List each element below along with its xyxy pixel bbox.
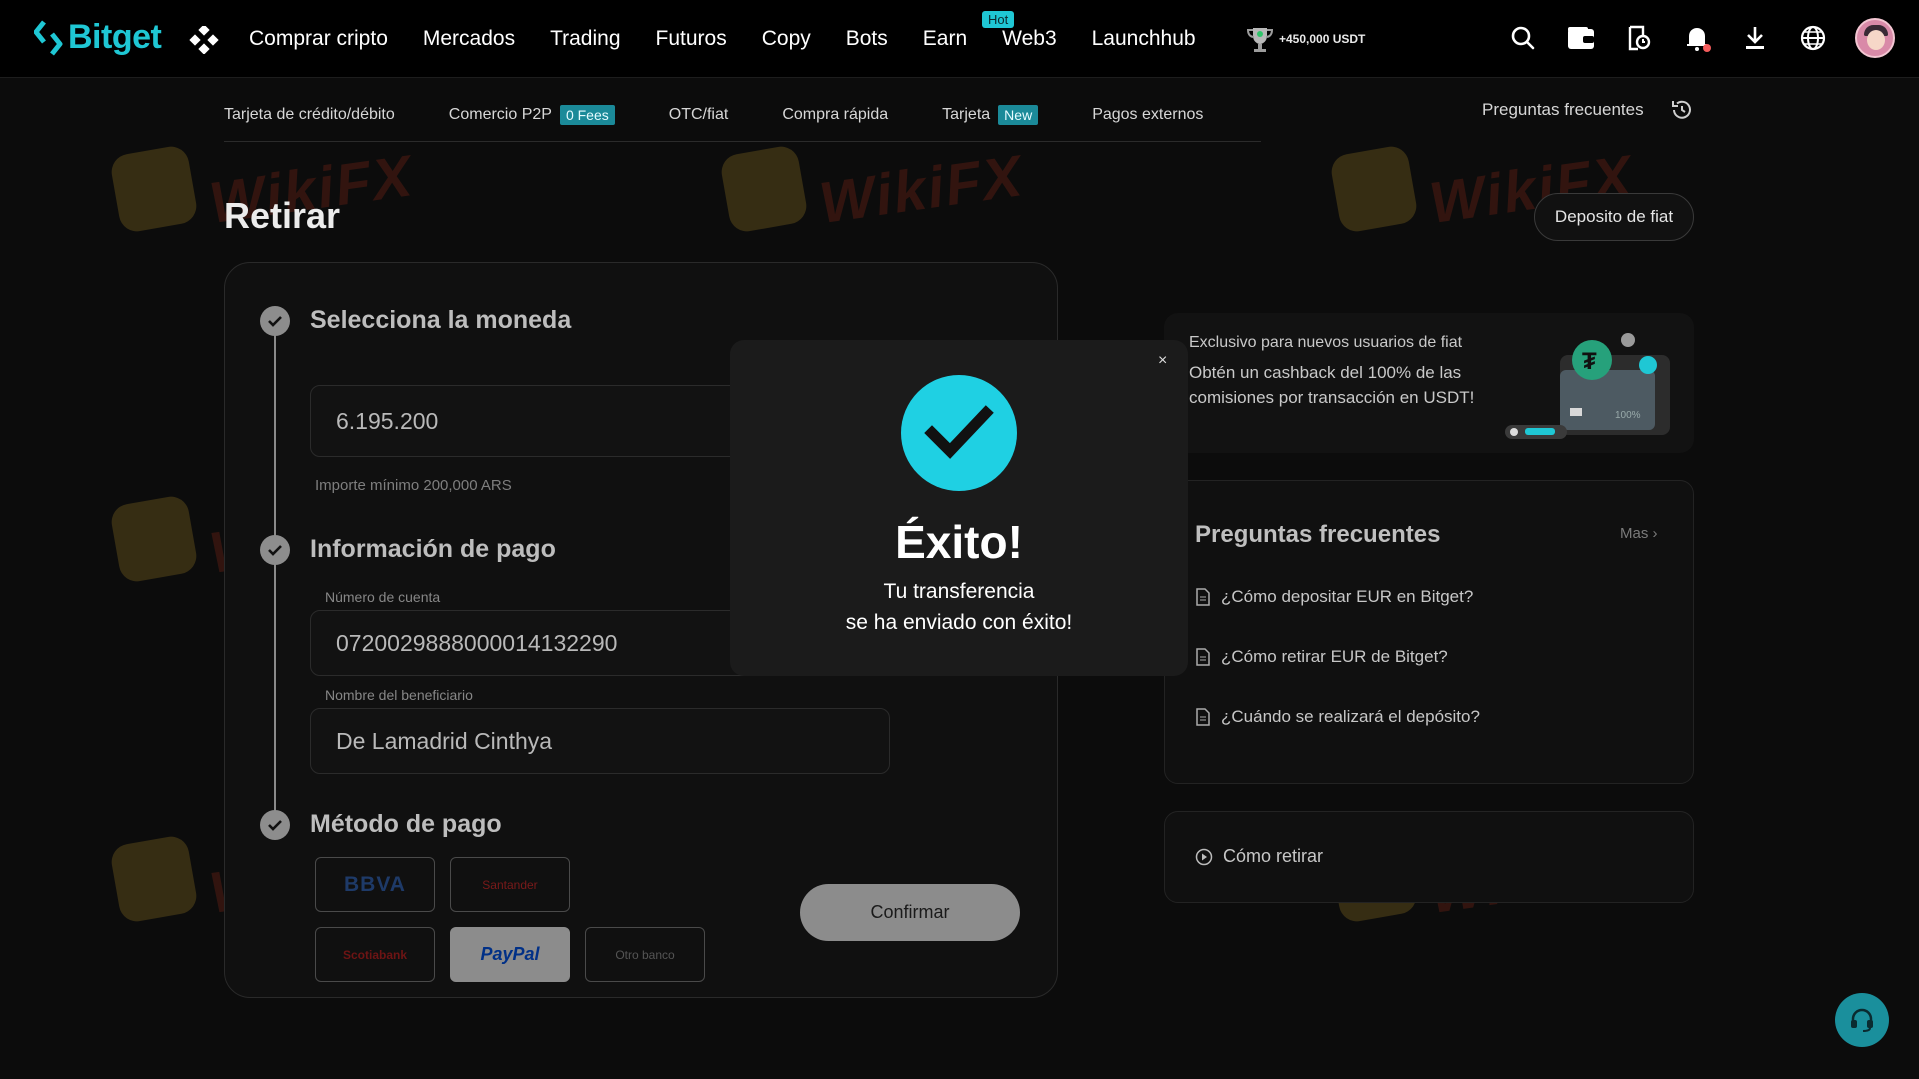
avatar-face — [1867, 30, 1885, 50]
document-icon — [1196, 708, 1210, 726]
account-number-label: Número de cuenta — [325, 589, 441, 605]
step-check-icon — [260, 535, 290, 565]
step-payment-method: Método de pago — [310, 810, 502, 838]
bitget-logo[interactable]: Bitget — [34, 18, 162, 57]
beneficiary-label: Nombre del beneficiario — [325, 687, 473, 703]
bell-icon[interactable] — [1681, 22, 1713, 54]
history-icon[interactable] — [1670, 98, 1694, 122]
watermark-logo-icon — [108, 143, 200, 235]
watermark-logo-icon — [1328, 143, 1420, 235]
page-title: Retirar — [224, 195, 341, 236]
brand-name: Bitget — [68, 18, 162, 56]
success-check-icon — [901, 375, 1017, 491]
tether-card-illustration: 100% ₮ — [1505, 333, 1670, 439]
deposit-fiat-button[interactable]: Deposito de fiat — [1534, 193, 1694, 241]
min-amount-hint: Importe mínimo 200,000 ARS — [315, 477, 512, 494]
zero-fees-tag: 0 Fees — [559, 104, 615, 125]
payment-option-paypal[interactable]: PayPal — [450, 927, 570, 982]
main-menu: Comprar cripto Mercados Trading Futuros … — [249, 0, 1231, 78]
bitget-logo-icon — [34, 19, 63, 56]
wallet-icon[interactable] — [1565, 22, 1597, 54]
faq-item[interactable]: ¿Cuándo se realizará el depósito? — [1195, 707, 1480, 727]
promo-description: Obtén un cashback del 100% de las comisi… — [1189, 363, 1475, 407]
trophy-icon — [1246, 28, 1274, 52]
step-payment-info: Información de pago — [310, 535, 556, 563]
launchhub-promo[interactable]: +450,000 USDT — [1245, 24, 1365, 54]
nav-earn[interactable]: Earn — [923, 27, 967, 51]
subnav-comercio-p2p[interactable]: Comercio P2P 0 Fees — [449, 104, 615, 125]
payment-option-santander[interactable]: Santander — [450, 857, 570, 912]
watermark-logo-icon — [718, 143, 810, 235]
nav-right-icons — [1507, 18, 1895, 58]
watermark-logo-icon — [108, 493, 200, 585]
user-avatar[interactable] — [1855, 18, 1895, 58]
step-check-icon — [260, 306, 290, 336]
subnav-tarjeta[interactable]: Tarjeta New — [942, 104, 1039, 125]
confirm-button[interactable]: Confirmar — [800, 884, 1020, 941]
support-chat-button[interactable] — [1835, 993, 1889, 1047]
close-icon[interactable]: × — [1158, 352, 1167, 370]
faq-item[interactable]: ¿Cómo depositar EUR en Bitget? — [1195, 587, 1473, 607]
top-navbar: Bitget Comprar cripto Mercados Trading F… — [0, 0, 1919, 78]
svg-text:₮: ₮ — [1582, 348, 1597, 375]
promo-headline: Exclusivo para nuevos usuarios de fiat — [1189, 334, 1463, 351]
sub-navbar: Tarjeta de crédito/débito Comercio P2P 0 … — [224, 96, 1261, 142]
watermark: WikiFX — [718, 143, 1027, 235]
new-tag: New — [998, 104, 1039, 125]
nav-web3[interactable]: Web3 — [1002, 27, 1056, 51]
nav-futuros[interactable]: Futuros — [656, 27, 727, 51]
download-icon[interactable] — [1739, 22, 1771, 54]
subnav-tarjeta-credito[interactable]: Tarjeta de crédito/débito — [224, 106, 395, 124]
faq-item[interactable]: ¿Cómo retirar EUR de Bitget? — [1195, 647, 1448, 667]
notification-dot — [1703, 44, 1711, 52]
promo-amount: +450,000 USDT — [1279, 32, 1366, 46]
search-icon[interactable] — [1507, 22, 1539, 54]
subnav-compra-rapida[interactable]: Compra rápida — [782, 106, 888, 124]
document-icon — [1196, 648, 1210, 666]
play-circle-icon — [1195, 848, 1213, 865]
payment-option-bbva[interactable]: BBVA — [315, 857, 435, 912]
modal-message-line2: se ha enviado con éxito! — [845, 611, 1073, 634]
modal-title: Éxito! — [895, 516, 1023, 568]
document-icon — [1196, 588, 1210, 606]
headset-icon — [1851, 1008, 1873, 1032]
step-progress-line — [274, 320, 276, 825]
payment-option-scotiabank[interactable]: Scotiabank — [315, 927, 435, 982]
faq-link[interactable]: Preguntas frecuentes — [1482, 100, 1644, 120]
how-to-withdraw-link[interactable]: Cómo retirar — [1195, 846, 1323, 867]
nav-mercados[interactable]: Mercados — [423, 27, 515, 51]
subnav-otc-fiat[interactable]: OTC/fiat — [669, 106, 729, 124]
nav-bots[interactable]: Bots — [846, 27, 888, 51]
watermark-logo-icon — [108, 833, 200, 925]
nav-launchhub[interactable]: Launchhub — [1092, 27, 1196, 51]
subnav-pagos-externos[interactable]: Pagos externos — [1092, 106, 1203, 124]
step-check-icon — [260, 810, 290, 840]
faq-more-link[interactable]: Mas › — [1620, 525, 1658, 542]
beneficiary-input[interactable]: De Lamadrid Cinthya — [310, 708, 890, 774]
apps-icon[interactable] — [189, 26, 219, 54]
promo-card-text: 100% — [1615, 410, 1641, 421]
nav-copy[interactable]: Copy — [762, 27, 811, 51]
faq-title: Preguntas frecuentes — [1195, 521, 1441, 548]
hot-badge: Hot — [982, 11, 1015, 28]
orders-icon[interactable] — [1623, 22, 1655, 54]
step-select-currency: Selecciona la moneda — [310, 306, 572, 334]
payment-option-otro-banco[interactable]: Otro banco — [585, 927, 705, 982]
nav-comprar-cripto[interactable]: Comprar cripto — [249, 27, 388, 51]
globe-icon[interactable] — [1797, 22, 1829, 54]
modal-message-line1: Tu transferencia — [883, 580, 1035, 603]
nav-trading[interactable]: Trading — [550, 27, 620, 51]
